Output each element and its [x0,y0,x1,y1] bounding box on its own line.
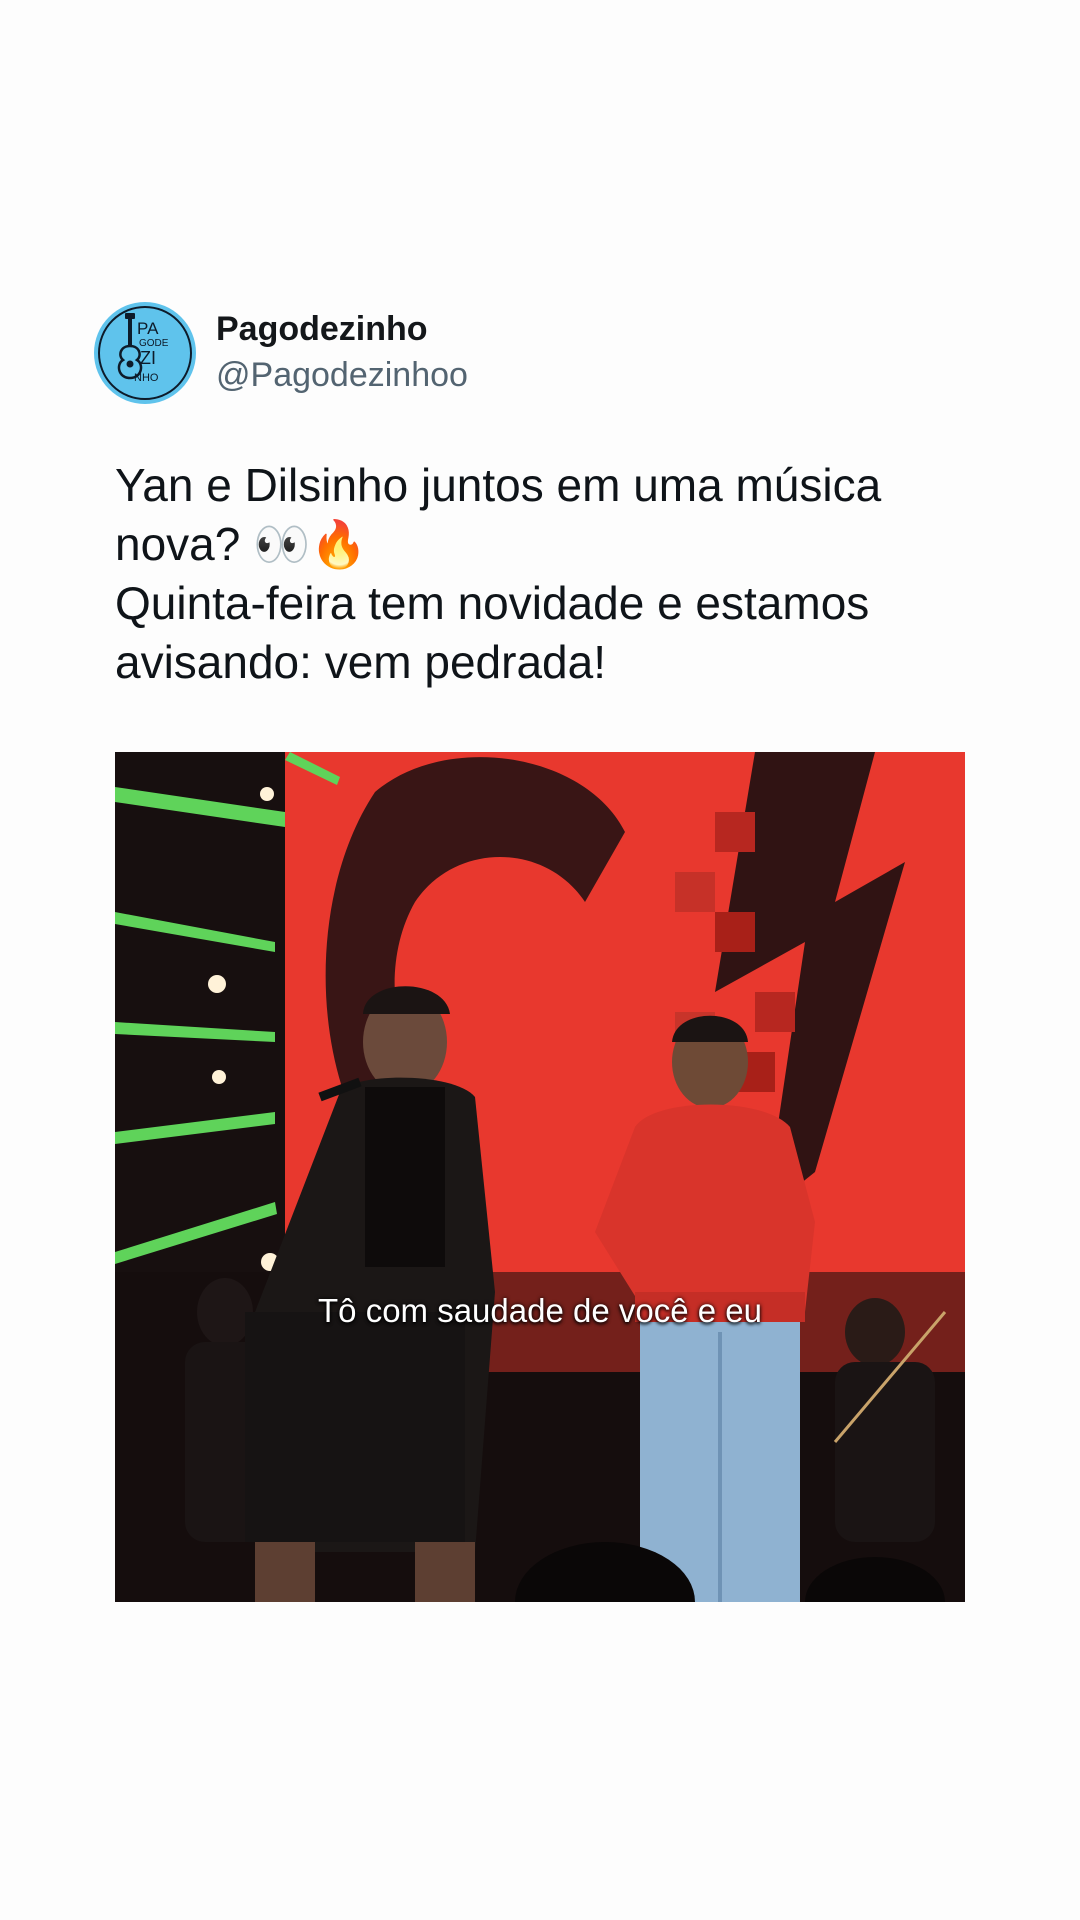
account-handle[interactable]: @Pagodezinhoo [216,353,468,397]
display-name[interactable]: Pagodezinho [216,309,468,349]
tweet-text-line: Quinta-feira tem novidade e estamos [115,577,870,629]
tweet-text: Yan e Dilsinho juntos em uma música nova… [115,456,995,692]
svg-text:NHO: NHO [134,372,159,384]
tweet-text-line: nova? 👀🔥 [115,518,368,570]
avatar[interactable]: PA GODE ZI NHO [94,302,196,404]
video-media[interactable]: Tô com saudade de você e eu [115,752,965,1602]
tweet-text-line: avisando: vem pedrada! [115,636,606,688]
concert-scene-image [115,752,965,1602]
svg-text:ZI: ZI [140,348,156,368]
tweet-screenshot: PA GODE ZI NHO Pagodezinho @Pagodezinhoo… [0,0,1080,1920]
pagodezinho-guitar-logo-icon: PA GODE ZI NHO [98,306,192,400]
tweet-text-line: Yan e Dilsinho juntos em uma música [115,459,882,511]
svg-text:PA: PA [137,319,159,338]
tweet-header: PA GODE ZI NHO Pagodezinho @Pagodezinhoo [94,302,468,404]
video-caption: Tô com saudade de você e eu [318,1292,762,1329]
